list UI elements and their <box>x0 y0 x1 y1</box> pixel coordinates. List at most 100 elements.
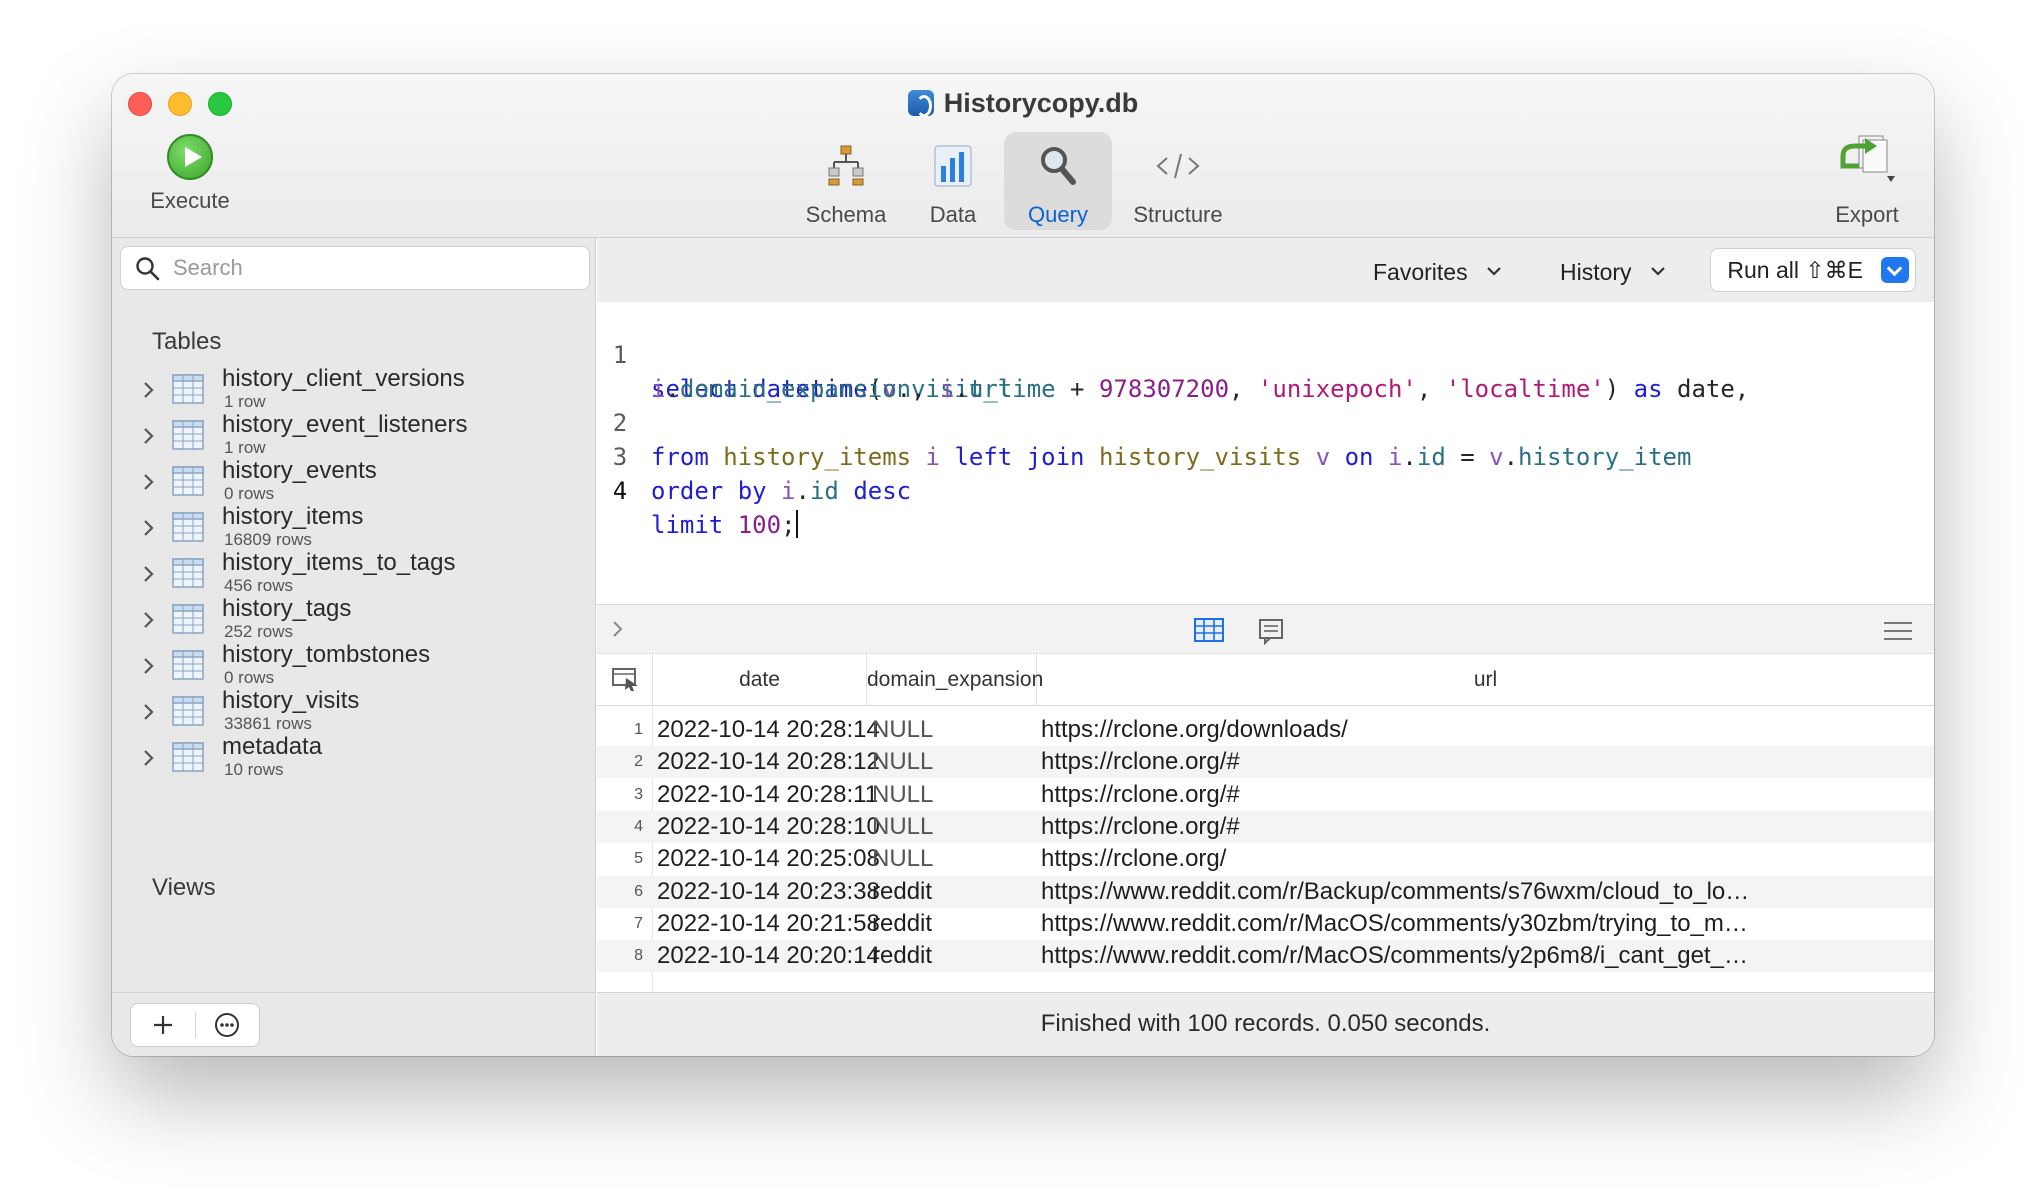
row-number: 5 <box>634 850 643 868</box>
cell-date[interactable]: 2022-10-14 20:25:08 <box>657 843 880 875</box>
cell-domain-expansion[interactable]: NULL <box>872 714 933 746</box>
cell-domain-expansion[interactable]: reddit <box>872 940 932 972</box>
app-window: Historycopy.db Execute Schema Data Query… <box>112 74 1934 1056</box>
column-header-date[interactable]: date <box>653 654 867 706</box>
sidebar-actions <box>130 1003 260 1047</box>
table-name: history_visits <box>222 687 360 714</box>
table-row[interactable]: 8 2022-10-14 20:20:14 reddit https://www.re… <box>597 940 1934 973</box>
favorites-dropdown[interactable]: Favorites <box>1373 246 1502 290</box>
tab-structure[interactable]: Structure <box>1122 132 1234 230</box>
row-select-corner[interactable] <box>597 654 653 706</box>
export-icon <box>1840 135 1895 182</box>
cell-url[interactable]: https://rclone.org/downloads/ <box>1041 714 1931 746</box>
chevron-right-icon[interactable] <box>611 619 625 639</box>
table-row[interactable]: 3 2022-10-14 20:28:11 NULL https://rclone.o… <box>597 779 1934 811</box>
run-options-dropdown[interactable] <box>1881 257 1909 283</box>
cell-url[interactable]: https://www.reddit.com/r/Backup/comments… <box>1041 876 1931 908</box>
history-label: History <box>1560 259 1632 285</box>
search-field[interactable] <box>120 246 590 290</box>
execute-label: Execute <box>150 188 230 213</box>
row-number: 3 <box>634 785 643 803</box>
status-text: Finished with 100 records. 0.050 seconds… <box>1040 1010 1491 1037</box>
table-row-count: 1 row <box>224 438 266 457</box>
message-view-icon[interactable] <box>1257 617 1285 645</box>
code-line: 2 from history_items i left join history… <box>597 372 1692 471</box>
run-all-button[interactable]: Run all ⇧⌘E <box>1710 248 1916 292</box>
export-button[interactable]: Export <box>1812 132 1922 228</box>
add-button[interactable] <box>131 1004 195 1046</box>
chevron-right-icon[interactable] <box>142 564 156 584</box>
cell-url[interactable]: https://www.reddit.com/r/MacOS/comments/… <box>1041 908 1931 940</box>
tables-heading: Tables <box>152 328 222 355</box>
tab-data-label: Data <box>929 202 977 227</box>
table-row[interactable]: 6 2022-10-14 20:23:38 reddit https://www.re… <box>597 875 1934 908</box>
table-row-count: 0 rows <box>224 668 275 687</box>
text-cursor <box>795 510 798 538</box>
chevron-right-icon[interactable] <box>142 610 156 630</box>
chevron-right-icon[interactable] <box>142 426 156 446</box>
sidebar-table-item[interactable]: metadata 10 rows <box>142 732 582 788</box>
magnifier-icon <box>1041 147 1076 185</box>
search-icon <box>136 257 160 281</box>
cell-url[interactable]: https://rclone.org/# <box>1041 811 1931 843</box>
code-line: i.domain_expansion, i.url <box>651 375 1013 403</box>
cell-date[interactable]: 2022-10-14 20:28:11 <box>657 779 878 811</box>
menu-icon[interactable] <box>1882 619 1914 643</box>
sql-editor[interactable]: 1 select datetime(v.visit_time + 9783072… <box>597 302 1934 539</box>
cell-domain-expansion[interactable]: NULL <box>872 843 933 875</box>
column-header-domain-expansion[interactable]: domain_expansion <box>867 654 1043 706</box>
cell-date[interactable]: 2022-10-14 20:20:14 <box>657 940 880 972</box>
results-header: date domain_expansion url <box>597 654 1934 706</box>
chevron-right-icon[interactable] <box>142 518 156 538</box>
cell-domain-expansion[interactable]: reddit <box>872 908 932 940</box>
cell-domain-expansion[interactable]: NULL <box>872 811 933 843</box>
table-select-icon <box>611 668 638 691</box>
cell-url[interactable]: https://rclone.org/# <box>1041 746 1931 778</box>
table-name: history_events <box>222 457 377 484</box>
grid-view-icon[interactable] <box>1193 617 1225 643</box>
plus-icon <box>153 1016 172 1034</box>
app-icon <box>907 90 934 117</box>
cell-date[interactable]: 2022-10-14 20:23:38 <box>657 876 880 908</box>
row-number: 8 <box>634 947 643 965</box>
more-options-button[interactable] <box>196 1004 260 1046</box>
export-label: Export <box>1835 202 1899 227</box>
cell-date[interactable]: 2022-10-14 20:21:58 <box>657 908 880 940</box>
search-input[interactable] <box>173 247 573 289</box>
history-dropdown[interactable]: History <box>1560 246 1666 290</box>
code-line: 4 limit 100; <box>597 440 798 539</box>
table-row[interactable]: 7 2022-10-14 20:21:58 reddit https://www.re… <box>597 908 1934 940</box>
table-icon <box>172 650 204 680</box>
execute-button[interactable]: Execute <box>120 134 260 214</box>
cell-url[interactable]: https://www.reddit.com/r/MacOS/comments/… <box>1041 940 1931 972</box>
cell-domain-expansion[interactable]: NULL <box>872 779 933 811</box>
cell-date[interactable]: 2022-10-14 20:28:10 <box>657 811 880 843</box>
cell-domain-expansion[interactable]: reddit <box>872 876 932 908</box>
table-icon <box>172 558 204 588</box>
table-row[interactable]: 5 2022-10-14 20:25:08 NULL https://rclone.o… <box>597 843 1934 875</box>
table-row[interactable]: 2 2022-10-14 20:28:12 NULL https://rclone.o… <box>597 746 1934 779</box>
chevron-right-icon[interactable] <box>142 656 156 676</box>
chevron-right-icon[interactable] <box>142 472 156 492</box>
cell-date[interactable]: 2022-10-14 20:28:14 <box>657 714 880 746</box>
table-name: history_client_versions <box>222 365 465 392</box>
chevron-right-icon[interactable] <box>142 702 156 722</box>
table-row[interactable]: 4 2022-10-14 20:28:10 NULL https://rclone.o… <box>597 810 1934 843</box>
table-row-count: 0 rows <box>224 484 275 503</box>
table-row[interactable]: 1 2022-10-14 20:28:14 NULL https://rclone.o… <box>597 714 1934 746</box>
chevron-right-icon[interactable] <box>142 380 156 400</box>
cell-url[interactable]: https://rclone.org/# <box>1041 779 1931 811</box>
cell-date[interactable]: 2022-10-14 20:28:12 <box>657 746 880 778</box>
tab-data[interactable]: Data <box>912 132 994 230</box>
chevron-down-icon <box>1650 246 1666 290</box>
cell-domain-expansion[interactable]: NULL <box>872 746 933 778</box>
cell-url[interactable]: https://rclone.org/ <box>1041 843 1931 875</box>
query-bar: Favorites History Run all ⇧⌘E <box>597 238 1934 302</box>
tab-schema[interactable]: Schema <box>792 132 900 230</box>
column-header-url[interactable]: url <box>1037 654 1934 706</box>
table-icon <box>172 696 204 726</box>
play-icon <box>167 134 213 180</box>
tab-schema-label: Schema <box>805 202 887 227</box>
tab-query[interactable]: Query <box>1004 132 1112 230</box>
chevron-right-icon[interactable] <box>142 748 156 768</box>
